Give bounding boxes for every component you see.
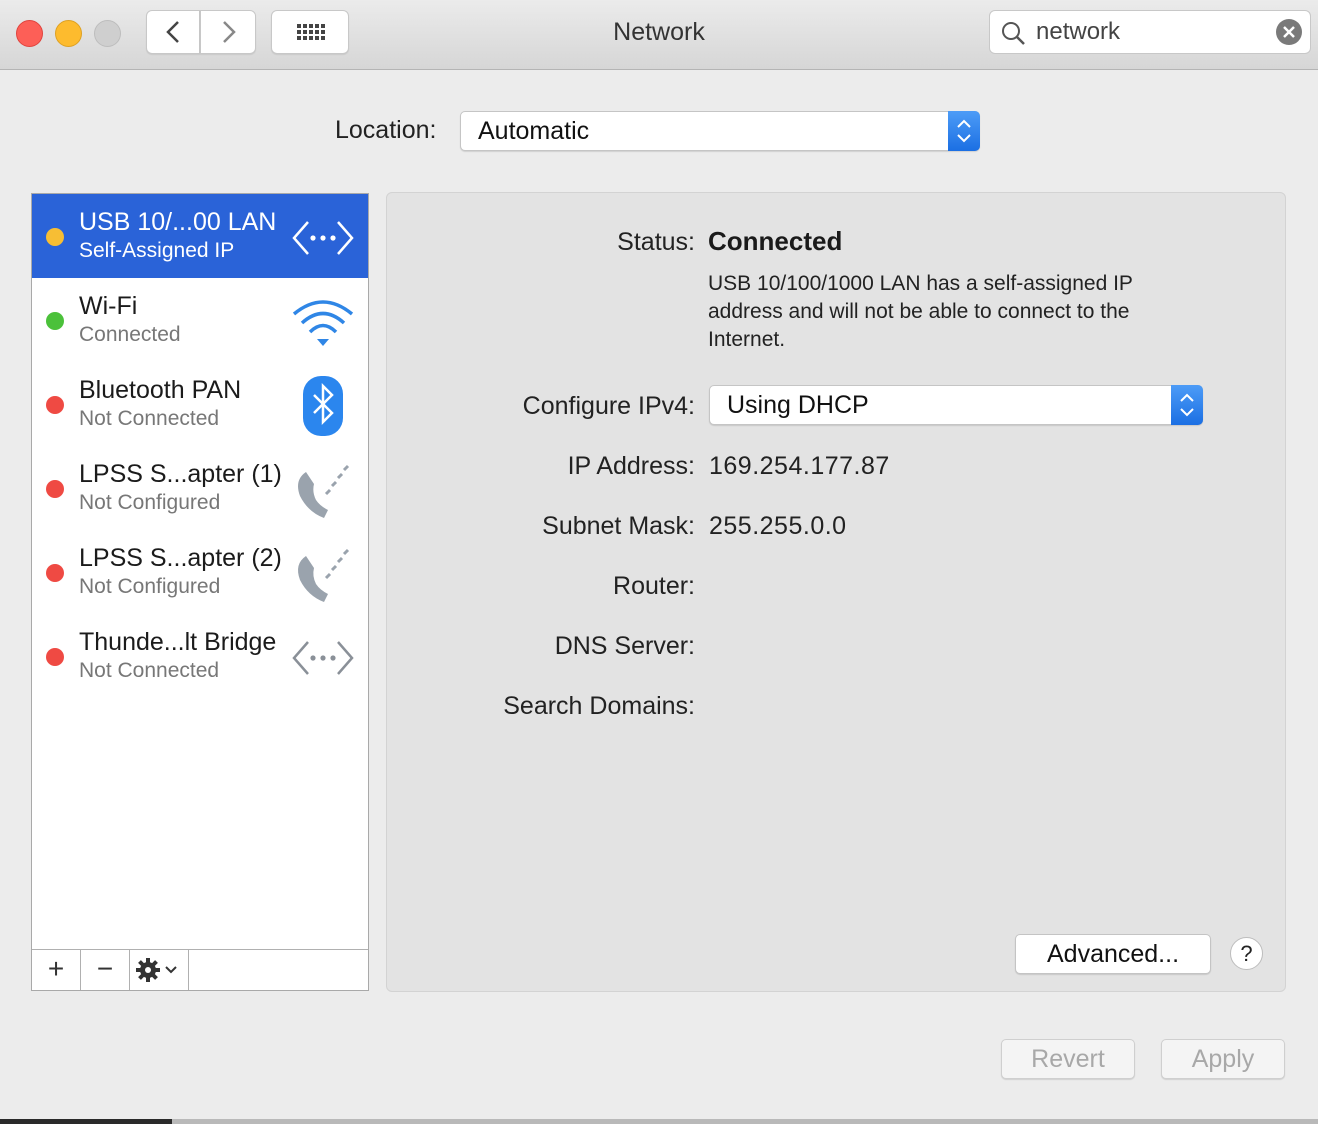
configure-ipv4-value: Using DHCP <box>727 391 869 419</box>
location-value: Automatic <box>478 117 590 145</box>
gear-icon <box>136 958 177 982</box>
configure-ipv4-label: Configure IPv4: <box>522 392 695 420</box>
ip-address-label: IP Address: <box>567 452 695 480</box>
service-status: Not Configured <box>79 575 221 598</box>
service-list-toolbar: + − <box>32 949 368 990</box>
service-name: LPSS S...apter (2) <box>79 544 282 572</box>
apply-button[interactable]: Apply <box>1161 1039 1285 1079</box>
status-description: USB 10/100/1000 LAN has a self-assigned … <box>708 272 1133 351</box>
title-bar: Network network <box>0 0 1318 70</box>
remove-service-button[interactable]: − <box>81 950 130 990</box>
status-dot <box>46 312 64 330</box>
search-icon <box>1002 22 1025 45</box>
service-lpss-adapter-2[interactable]: LPSS S...apter (2) Not Configured <box>32 530 368 614</box>
revert-button[interactable]: Revert <box>1001 1039 1135 1079</box>
search-field[interactable]: network <box>989 10 1311 54</box>
service-lpss-adapter-1[interactable]: LPSS S...apter (1) Not Configured <box>32 446 368 530</box>
service-name: Thunde...lt Bridge <box>79 628 277 656</box>
status-dot <box>46 480 64 498</box>
status-dot <box>46 396 64 414</box>
configure-ipv4-popup[interactable]: Using DHCP <box>709 385 1203 425</box>
ethernet-icon <box>292 641 354 675</box>
service-status: Connected <box>79 323 181 346</box>
subnet-mask-label: Subnet Mask: <box>542 512 695 540</box>
service-list: USB 10/...00 LAN Self-Assigned IP Wi-Fi … <box>31 193 369 991</box>
service-status: Not Configured <box>79 491 221 514</box>
service-thunderbolt-bridge[interactable]: Thunde...lt Bridge Not Connected <box>32 614 368 698</box>
service-name: LPSS S...apter (1) <box>79 460 282 488</box>
search-input[interactable]: network <box>1036 18 1120 46</box>
router-label: Router: <box>613 572 695 600</box>
dock-edge <box>0 1119 1318 1124</box>
ethernet-icon <box>292 221 354 255</box>
service-bluetooth-pan[interactable]: Bluetooth PAN Not Connected <box>32 362 368 446</box>
status-label: Status: <box>617 228 695 256</box>
service-status: Self-Assigned IP <box>79 239 235 262</box>
dns-server-label: DNS Server: <box>554 632 695 660</box>
service-name: USB 10/...00 LAN <box>79 208 277 236</box>
subnet-mask-value: 255.255.0.0 <box>709 512 847 540</box>
help-button[interactable]: ? <box>1230 937 1263 970</box>
service-name: Wi-Fi <box>79 292 138 320</box>
clear-search-button[interactable] <box>1276 19 1302 45</box>
location-popup[interactable]: Automatic <box>460 111 980 151</box>
action-menu-button[interactable] <box>130 950 189 990</box>
advanced-button[interactable]: Advanced... <box>1015 934 1211 974</box>
status-dot <box>46 228 64 246</box>
service-usb-lan[interactable]: USB 10/...00 LAN Self-Assigned IP <box>32 194 368 278</box>
service-status: Not Connected <box>79 407 220 430</box>
bluetooth-icon <box>303 376 343 436</box>
phone-modem-icon <box>298 464 350 518</box>
status-dot <box>46 564 64 582</box>
wifi-icon <box>292 300 354 346</box>
popup-arrows-icon <box>948 111 980 151</box>
service-status: Not Connected <box>79 659 220 682</box>
status-dot <box>46 648 64 666</box>
phone-modem-icon <box>298 548 350 602</box>
service-wifi[interactable]: Wi-Fi Connected <box>32 278 368 362</box>
status-value: Connected <box>708 226 843 256</box>
location-label: Location: <box>335 116 437 144</box>
add-service-button[interactable]: + <box>32 950 81 990</box>
popup-arrows-icon <box>1171 385 1203 425</box>
service-name: Bluetooth PAN <box>79 376 242 404</box>
search-domains-label: Search Domains: <box>503 692 695 720</box>
close-icon <box>1283 26 1295 38</box>
ip-address-value: 169.254.177.87 <box>709 452 890 480</box>
